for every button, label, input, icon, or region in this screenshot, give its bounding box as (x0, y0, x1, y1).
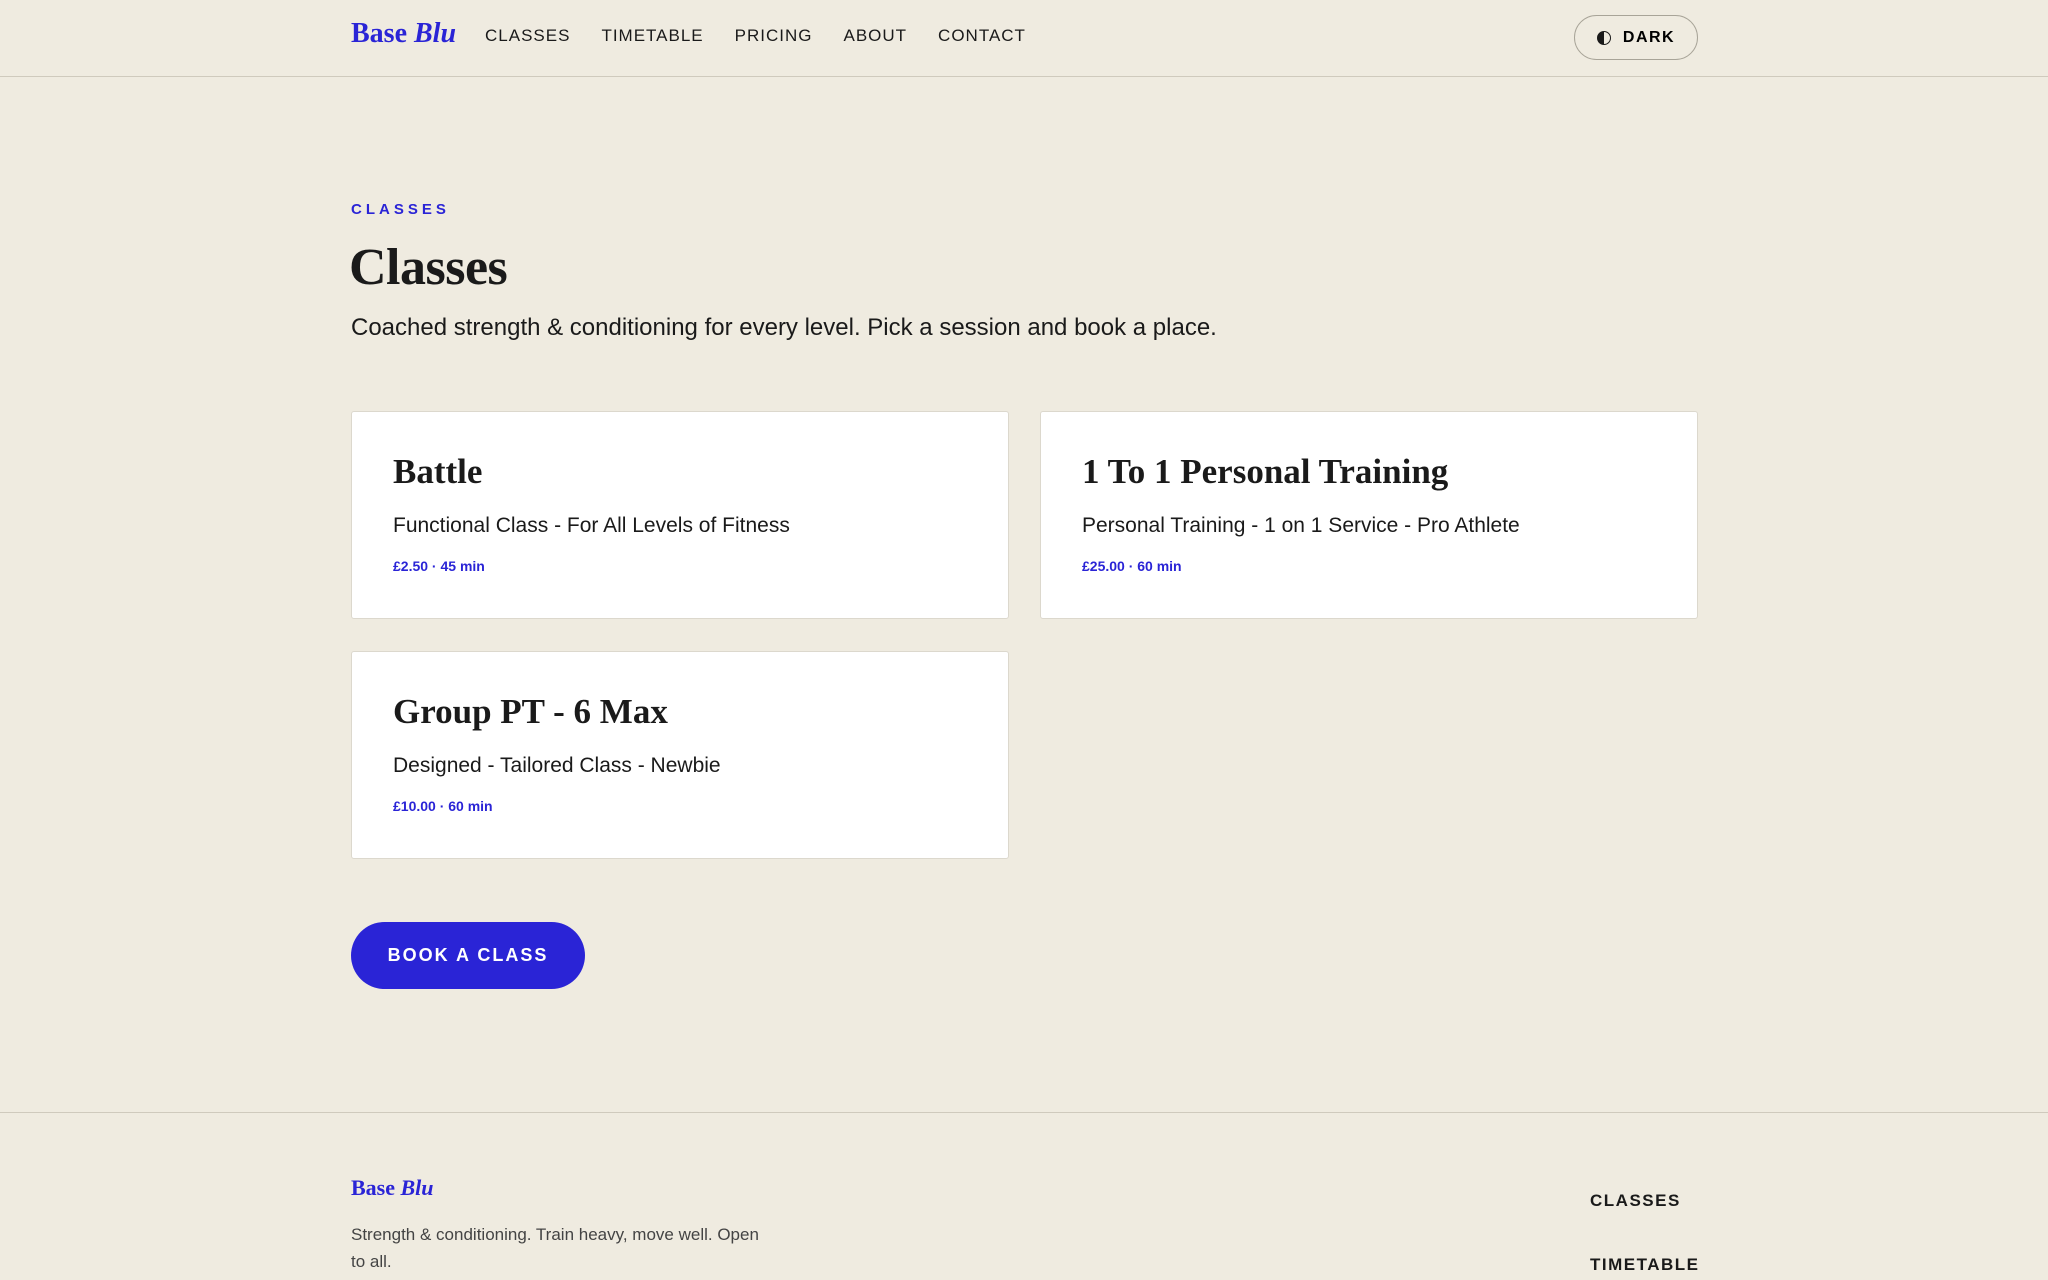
footer-link-classes[interactable]: CLASSES (1590, 1191, 1700, 1211)
nav-link-contact[interactable]: CONTACT (938, 26, 1026, 46)
class-card-price-duration: £10.00 · 60 min (393, 798, 493, 814)
class-card-description: Designed - Tailored Class - Newbie (393, 754, 721, 777)
dark-mode-toggle[interactable]: DARK (1574, 15, 1698, 60)
nav-link-pricing[interactable]: PRICING (735, 26, 813, 46)
class-card-title: Group PT - 6 Max (393, 692, 668, 731)
nav-link-about[interactable]: ABOUT (843, 26, 907, 46)
class-card-personal-training[interactable]: 1 To 1 Personal Training Personal Traini… (1040, 411, 1698, 619)
section-eyebrow: CLASSES (351, 201, 450, 218)
logo-word: Base (351, 18, 407, 49)
class-card-group-pt[interactable]: Group PT - 6 Max Designed - Tailored Cla… (351, 651, 1009, 859)
dark-mode-label: DARK (1622, 28, 1676, 46)
page-subtitle: Coached strength & conditioning for ever… (351, 314, 1217, 341)
main-nav: CLASSES TIMETABLE PRICING ABOUT CONTACT (485, 26, 1026, 46)
page-title: Classes (349, 239, 508, 296)
nav-link-timetable[interactable]: TIMETABLE (601, 26, 703, 46)
site-footer: Base Blu Strength & conditioning. Train … (0, 1112, 2048, 1280)
class-card-description: Personal Training - 1 on 1 Service - Pro… (1082, 514, 1520, 537)
site-header: Base Blu CLASSES TIMETABLE PRICING ABOUT… (0, 0, 2048, 77)
footer-logo-word: Base (351, 1175, 395, 1200)
nav-link-classes[interactable]: CLASSES (485, 26, 570, 46)
site-logo[interactable]: Base Blu (351, 18, 456, 50)
footer-logo-accent: Blu (400, 1175, 434, 1200)
contrast-icon (1596, 30, 1611, 45)
class-card-title: Battle (393, 452, 483, 491)
class-card-price-duration: £2.50 · 45 min (393, 558, 485, 574)
footer-tagline: Strength & conditioning. Train heavy, mo… (351, 1225, 759, 1271)
class-card-title: 1 To 1 Personal Training (1082, 452, 1449, 491)
footer-link-timetable[interactable]: TIMETABLE (1590, 1255, 1700, 1275)
class-card-description: Functional Class - For All Levels of Fit… (393, 514, 790, 537)
footer-nav: CLASSES TIMETABLE (1590, 1191, 1700, 1275)
logo-accent: Blu (414, 18, 457, 49)
class-card-battle[interactable]: Battle Functional Class - For All Levels… (351, 411, 1009, 619)
book-class-button[interactable]: BOOK A CLASS (351, 922, 585, 989)
footer-logo[interactable]: Base Blu (351, 1175, 434, 1201)
class-card-price-duration: £25.00 · 60 min (1082, 558, 1182, 574)
